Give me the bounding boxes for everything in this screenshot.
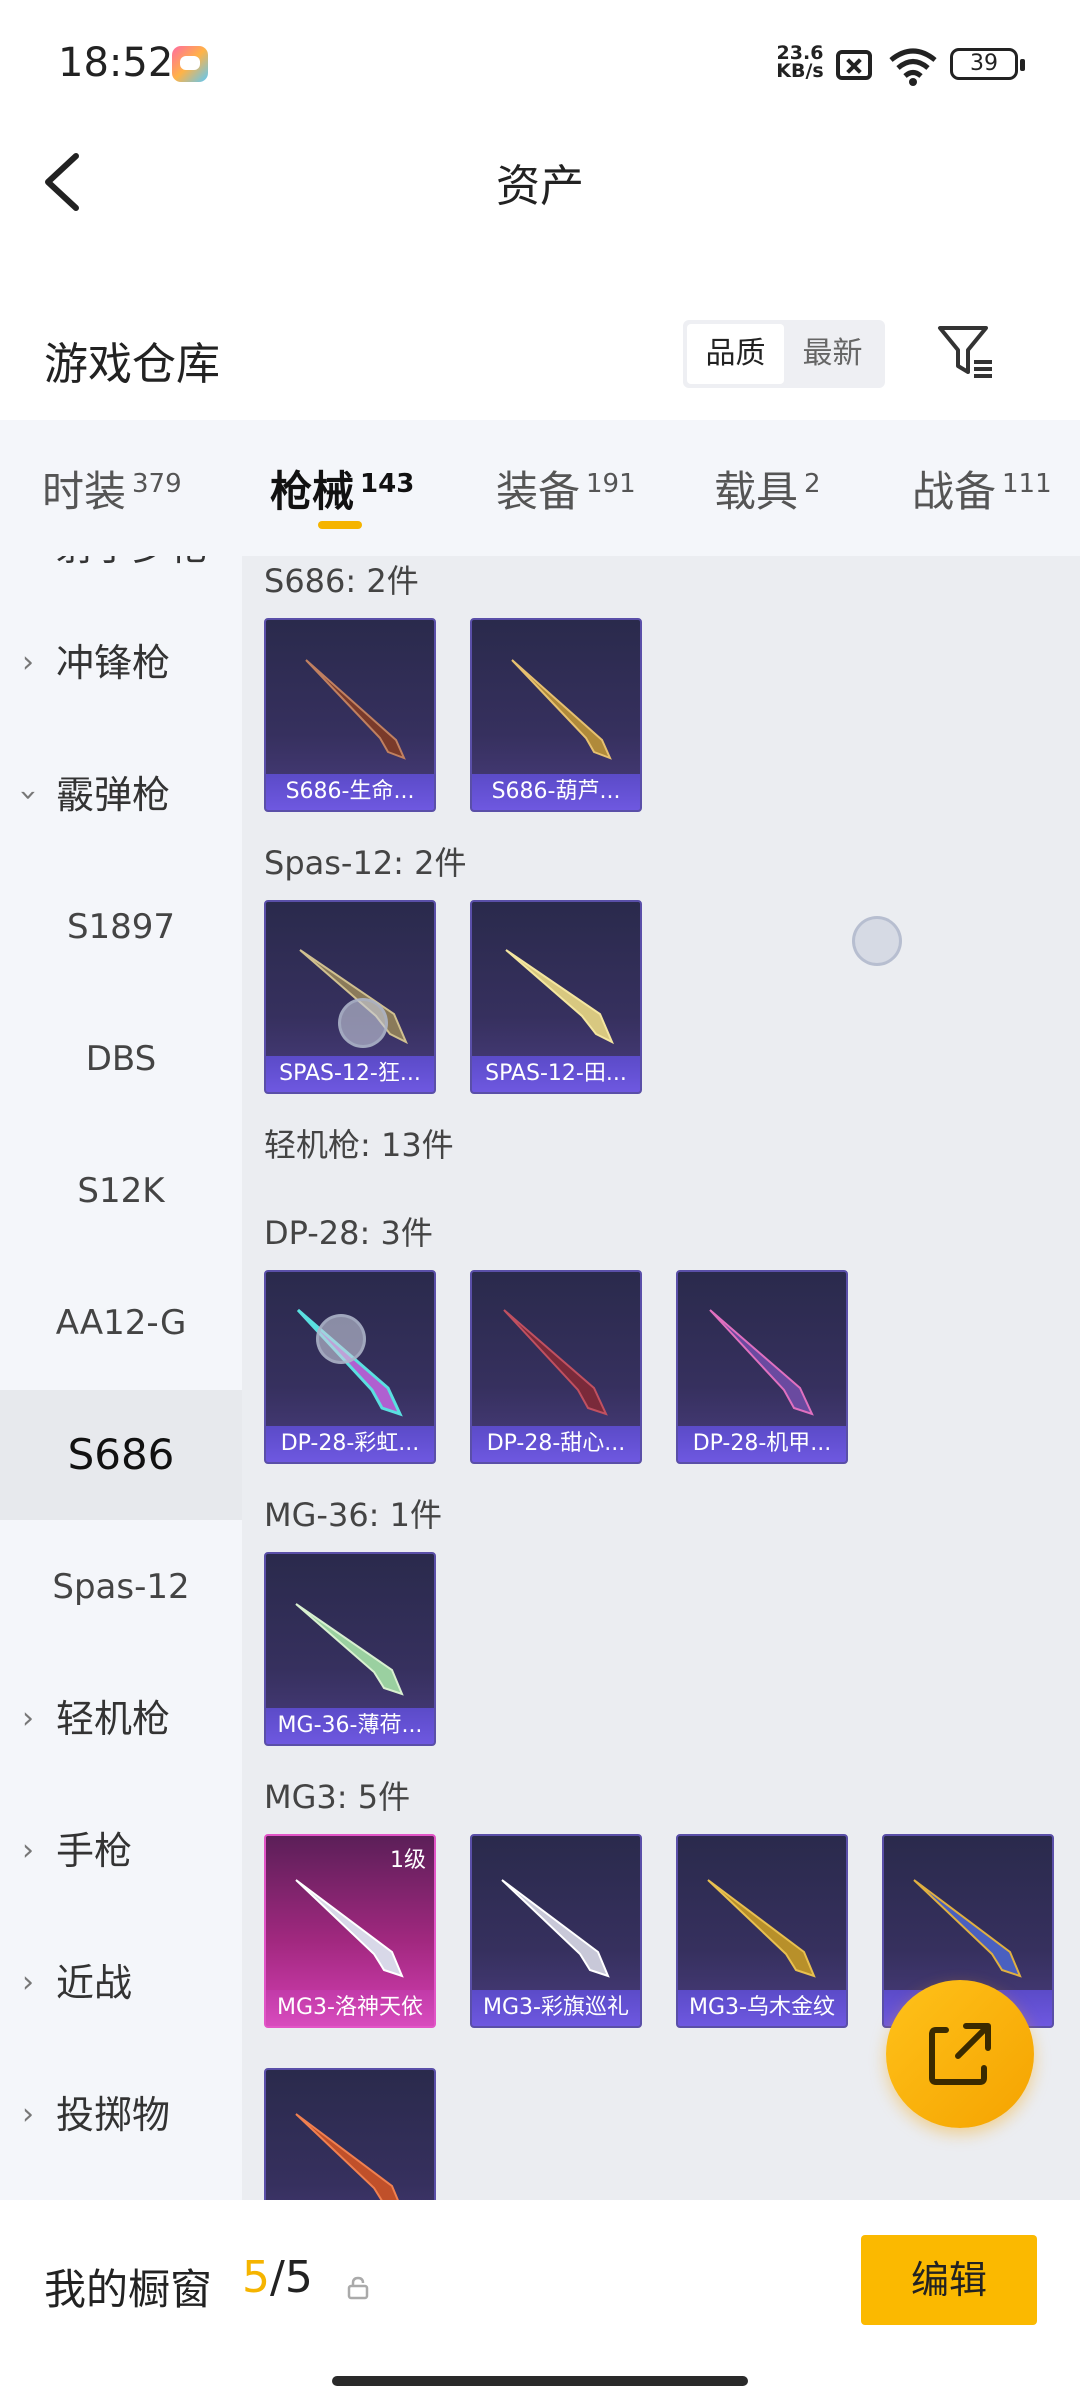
machine-gun-icon xyxy=(709,1309,814,1416)
chevron-right-icon: › xyxy=(22,1965,34,2000)
share-icon xyxy=(929,2023,991,2085)
chevron-right-icon: › xyxy=(22,645,34,680)
weapon-card[interactable]: DP-28-甜心... xyxy=(470,1270,642,1464)
share-button[interactable] xyxy=(886,1980,1034,2128)
weapon-card[interactable]: MG-36-薄荷... xyxy=(264,1552,436,1746)
sidebar-item-dbs[interactable]: DBS xyxy=(0,994,242,1124)
status-time: 18:52 xyxy=(58,40,174,86)
battery-indicator: 39 xyxy=(950,48,1025,80)
tab-vehicles[interactable]: 载具 2 xyxy=(714,458,821,519)
machine-gun-icon xyxy=(501,1879,610,1978)
weapon-card[interactable]: SPAS-12-狂... xyxy=(264,900,436,1094)
group-label-mg36: MG-36: 1件 xyxy=(264,1496,442,1534)
machine-gun-icon xyxy=(503,1309,608,1416)
sort-by-quality[interactable]: 品质 xyxy=(687,324,784,384)
edit-button[interactable]: 编辑 xyxy=(861,2235,1037,2325)
page-title: 资产 xyxy=(496,161,584,212)
sidebar-item-s686[interactable]: S686 xyxy=(0,1390,242,1520)
shotgun-icon xyxy=(505,949,614,1045)
sidebar-item-throwable[interactable]: › 投掷物 xyxy=(0,2050,242,2180)
chevron-right-icon: › xyxy=(22,1701,34,1736)
chevron-right-icon: › xyxy=(22,1833,34,1868)
sidebar-item-pistol[interactable]: › 手枪 xyxy=(0,1786,242,1916)
weapon-category-sidebar: ›射手步枪 ›冲锋枪 ›霰弹枪 S1897 DBS S12K AA12-G S6… xyxy=(0,556,242,2200)
wifi-icon xyxy=(889,48,937,86)
sidebar-item-smg[interactable]: › 冲锋枪 xyxy=(0,598,242,728)
no-sim-icon xyxy=(836,50,872,80)
lock-icon xyxy=(347,2276,369,2300)
shotgun-icon xyxy=(511,659,612,760)
chevron-right-icon: › xyxy=(22,2097,34,2132)
weapon-card[interactable]: DP-28-机甲... xyxy=(676,1270,848,1464)
sort-toggle: 品质 最新 xyxy=(683,320,885,388)
tab-firearms[interactable]: 枪械 143 xyxy=(270,458,414,519)
group-label-mg3: MG3: 5件 xyxy=(264,1778,411,1816)
weapon-card[interactable]: MG3-乌木金纹 xyxy=(676,1834,848,2028)
touch-indicator xyxy=(338,998,388,1048)
group-label-lmg: 轻机枪: 13件 xyxy=(264,1126,454,1164)
sidebar-item-melee[interactable]: › 近战 xyxy=(0,1918,242,2048)
weapon-card[interactable]: DP-28-彩虹... xyxy=(264,1270,436,1464)
machine-gun-icon xyxy=(707,1879,816,1978)
weapon-grid: S686: 2件 S686-生命... S686-葫芦... Spas-12: … xyxy=(242,556,1080,2200)
machine-gun-icon xyxy=(295,1603,404,1696)
my-window-label: 我的橱窗 xyxy=(44,2265,213,2314)
active-tab-indicator xyxy=(318,521,362,529)
machine-gun-icon xyxy=(295,2113,399,2200)
machine-gun-icon xyxy=(295,1879,404,1978)
warehouse-title: 游戏仓库 xyxy=(44,339,220,390)
status-bar: 18:52 23.6 KB/s 39 xyxy=(0,0,1080,126)
network-speed: 23.6 KB/s xyxy=(776,42,824,82)
category-tabs: 时装 379 枪械 143 装备 191 载具 2 战备 111 xyxy=(0,420,1080,556)
weapon-card-legendary[interactable]: 1级 MG3-洛神天依 xyxy=(264,1834,436,2028)
bottom-bar: 我的橱窗 5/5 编辑 xyxy=(0,2200,1080,2400)
window-slot-count: 5/5 xyxy=(242,2252,313,2303)
weapon-card[interactable]: SPAS-12-田... xyxy=(470,900,642,1094)
sidebar-item-spas12[interactable]: Spas-12 xyxy=(0,1522,242,1652)
sidebar-item-s1897[interactable]: S1897 xyxy=(0,862,242,992)
sort-by-newest[interactable]: 最新 xyxy=(784,324,881,384)
sidebar-item-aa12g[interactable]: AA12-G xyxy=(0,1258,242,1388)
touch-indicator xyxy=(852,916,902,966)
weapon-card[interactable]: S686-生命... xyxy=(264,618,436,812)
sidebar-item-lmg[interactable]: › 轻机枪 xyxy=(0,1654,242,1784)
sidebar-item-s12k[interactable]: S12K xyxy=(0,1126,242,1256)
group-label-s686: S686: 2件 xyxy=(264,562,419,600)
tab-fashion[interactable]: 时装 379 xyxy=(42,458,182,519)
sidebar-item-shotgun[interactable]: › 霰弹枪 xyxy=(0,730,242,860)
machine-gun-icon xyxy=(913,1879,1022,1978)
tab-supplies[interactable]: 战备 111 xyxy=(912,458,1052,519)
weapon-card[interactable]: S686-葫芦... xyxy=(470,618,642,812)
shotgun-icon xyxy=(305,659,406,760)
group-label-dp28: DP-28: 3件 xyxy=(264,1214,433,1252)
game-app-icon xyxy=(172,46,208,82)
tab-equipment[interactable]: 装备 191 xyxy=(496,458,636,519)
home-indicator[interactable] xyxy=(332,2376,748,2386)
weapon-card[interactable]: MG3-彩旗巡礼 xyxy=(470,1834,642,2028)
touch-indicator xyxy=(316,1314,366,1364)
weapon-card[interactable] xyxy=(264,2068,436,2200)
filter-icon[interactable] xyxy=(936,322,996,382)
group-label-spas12: Spas-12: 2件 xyxy=(264,844,467,882)
